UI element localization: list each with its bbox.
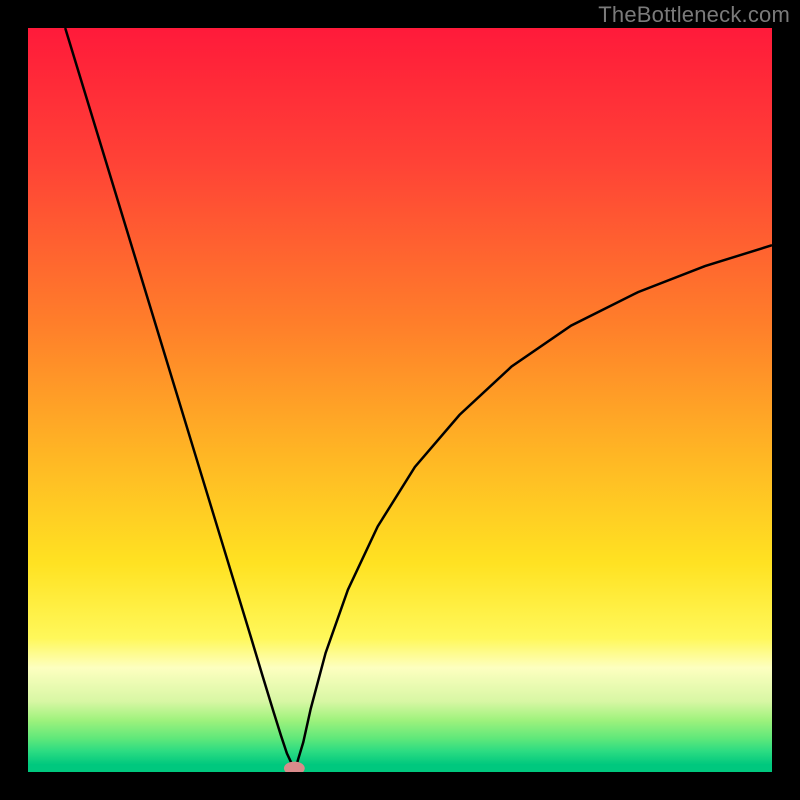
chart-frame: TheBottleneck.com: [0, 0, 800, 800]
heat-background: [28, 28, 772, 772]
watermark-text: TheBottleneck.com: [598, 2, 790, 28]
bottleneck-chart: [28, 28, 772, 772]
